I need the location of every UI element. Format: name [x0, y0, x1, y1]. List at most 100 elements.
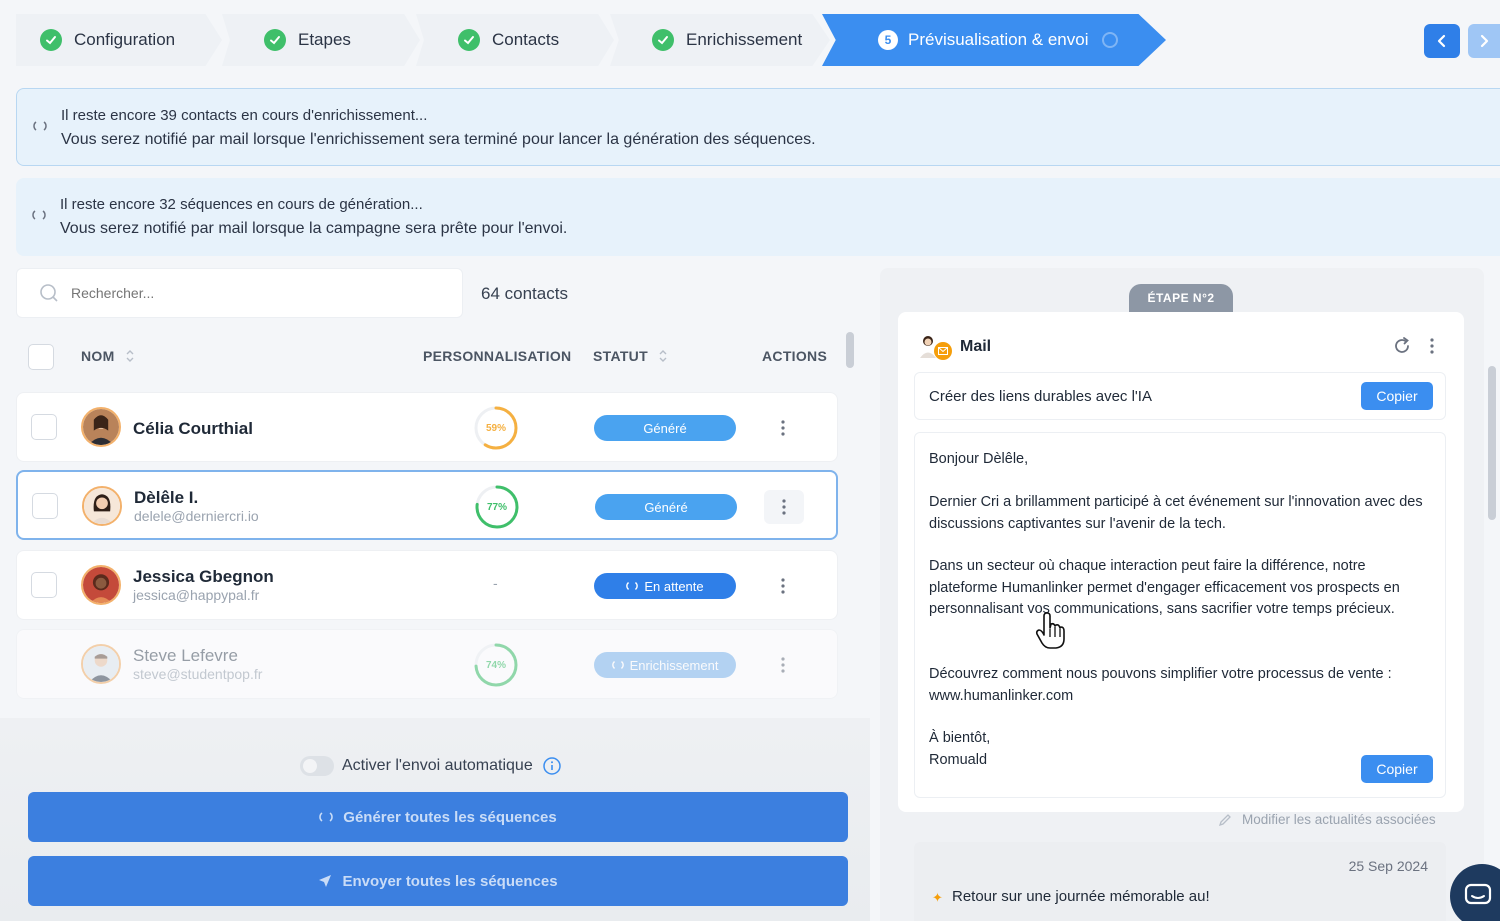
step-number: 5: [878, 30, 898, 50]
news-item[interactable]: 25 Sep 2024 ✦ Retour sur une journée mém…: [914, 842, 1446, 921]
personalization-value: 77%: [486, 501, 507, 513]
sparkle-icon: ✦: [932, 890, 943, 905]
table-row[interactable]: Jessica Gbegnon jessica@happypal.fr - En…: [16, 550, 838, 620]
step-contacts[interactable]: Contacts: [416, 14, 614, 66]
chevron-right-icon: [1480, 34, 1489, 48]
contact-name: Steve Lefevre: [133, 646, 238, 665]
status-badge: Généré: [594, 415, 736, 441]
step-label: Etapes: [298, 30, 351, 49]
pencil-icon: [1218, 813, 1231, 826]
step-previsualisation[interactable]: 5 Prévisualisation & envoi: [822, 14, 1166, 66]
mail-subject: Créer des liens durables avec l'IA Copie…: [914, 372, 1446, 420]
avatar: [82, 486, 122, 526]
chat-icon: [1464, 883, 1492, 905]
table-header: NOM PERSONNALISATION STATUT ACTIONS: [16, 330, 842, 382]
row-actions-button[interactable]: [763, 648, 803, 682]
contact-email: delele@derniercri.io: [134, 508, 259, 524]
status-label: Enrichissement: [629, 657, 719, 673]
contact-email: jessica@happypal.fr: [133, 587, 260, 603]
preview-scrollbar[interactable]: [1488, 366, 1496, 520]
step-label: Configuration: [74, 30, 176, 49]
search-box: [16, 268, 463, 318]
news-date: 25 Sep 2024: [1348, 858, 1428, 874]
step-etapes[interactable]: Etapes: [222, 14, 420, 66]
avatar: [81, 565, 121, 605]
generation-banner-text: Vous serez notifié par mail lorsque la c…: [60, 220, 568, 237]
more-vertical-icon: [781, 657, 785, 673]
news-title: Retour sur une journée mémorable au!: [952, 888, 1210, 905]
more-vertical-icon: [781, 420, 785, 436]
mail-paragraph: Découvrez comment nous pouvons simplifie…: [929, 666, 1392, 704]
step-configuration[interactable]: Configuration: [16, 14, 222, 66]
row-actions-button[interactable]: [763, 569, 803, 603]
avatar: [81, 644, 121, 684]
mail-body: Bonjour Dèlêle, Dernier Cri a brillammen…: [914, 432, 1446, 798]
refresh-icon[interactable]: [1392, 336, 1412, 356]
more-vertical-icon[interactable]: [1430, 338, 1434, 354]
generate-all-sequences-button[interactable]: Générer toutes les séquences: [28, 792, 848, 842]
personalization-value: 74%: [485, 659, 506, 671]
column-header-label: ACTIONS: [762, 348, 828, 364]
step-label: Prévisualisation & envoi: [908, 30, 1089, 49]
table-row[interactable]: Célia Courthial 59% Généré: [16, 392, 838, 462]
contact-name: Dèlêle I.: [134, 488, 199, 507]
select-all-checkbox[interactable]: [28, 344, 54, 370]
check-icon: [458, 29, 480, 51]
mail-paragraph: Dans un secteur où chaque interaction pe…: [929, 558, 1400, 617]
step-enrichissement[interactable]: Enrichissement: [610, 14, 830, 66]
table-row[interactable]: Steve Lefevre steve@studentpop.fr 74% En…: [16, 629, 838, 699]
info-icon[interactable]: [542, 757, 561, 775]
row-checkbox[interactable]: [32, 493, 58, 519]
copy-body-button[interactable]: Copier: [1361, 755, 1433, 783]
status-badge: En attente: [594, 573, 736, 599]
mail-channel-icon: [918, 334, 952, 360]
next-step-button[interactable]: [1468, 24, 1500, 58]
enrichment-banner-text: Vous serez notifié par mail lorsque l'en…: [61, 131, 816, 148]
column-header-status[interactable]: STATUT: [593, 348, 668, 364]
auto-send-toggle[interactable]: [300, 756, 334, 776]
table-scrollbar[interactable]: [846, 332, 854, 368]
generation-banner-title: Il reste encore 32 séquences en cours de…: [60, 196, 423, 213]
table-row[interactable]: Dèlêle I. delele@derniercri.io 77% Génér…: [16, 470, 838, 540]
column-header-label: NOM: [81, 348, 115, 364]
loading-icon: [319, 812, 333, 822]
copy-subject-button[interactable]: Copier: [1361, 382, 1433, 410]
generation-banner: Il reste encore 32 séquences en cours de…: [16, 178, 1500, 256]
row-actions-button[interactable]: [764, 490, 804, 524]
enrichment-banner: Il reste encore 39 contacts en cours d'e…: [16, 88, 1500, 166]
status-label: Généré: [644, 499, 688, 515]
column-header-name[interactable]: NOM: [81, 348, 135, 364]
loading-icon: [626, 582, 639, 590]
contact-name: Jessica Gbegnon: [133, 567, 274, 586]
contacts-count: 64 contacts: [481, 284, 568, 303]
column-header-label: STATUT: [593, 348, 648, 364]
step-label: Contacts: [492, 30, 560, 49]
row-actions-button[interactable]: [763, 411, 803, 445]
personalization-value: 59%: [485, 422, 506, 434]
more-vertical-icon: [781, 578, 785, 594]
auto-send-setting: Activer l'envoi automatique: [300, 756, 561, 776]
step-label: Enrichissement: [686, 30, 803, 49]
sort-icon: [126, 350, 134, 362]
check-icon: [652, 29, 674, 51]
loading-icon: [32, 210, 46, 220]
row-checkbox[interactable]: [31, 414, 57, 440]
personalization-value: -: [493, 575, 498, 591]
modify-news-link[interactable]: Modifier les actualités associées: [1218, 812, 1436, 827]
check-icon: [264, 29, 286, 51]
channel-label: Mail: [960, 338, 992, 355]
campaign-stepper: Configuration Etapes Contacts Enrichisse…: [16, 14, 1196, 66]
send-icon: [319, 875, 332, 887]
contact-email: steve@studentpop.fr: [133, 666, 263, 682]
modify-news-label: Modifier les actualités associées: [1242, 812, 1436, 827]
auto-send-label: Activer l'envoi automatique: [342, 757, 533, 774]
send-all-sequences-button[interactable]: Envoyer toutes les séquences: [28, 856, 848, 906]
previous-step-button[interactable]: [1424, 24, 1460, 58]
check-icon: [40, 29, 62, 51]
column-header-actions: ACTIONS: [762, 348, 827, 364]
stage-tab[interactable]: ÉTAPE N°2: [1129, 284, 1233, 312]
row-checkbox[interactable]: [31, 572, 57, 598]
search-input[interactable]: [71, 285, 431, 301]
mail-paragraph: Dernier Cri a brillamment participé à ce…: [929, 494, 1423, 532]
column-header-personalization: PERSONNALISATION: [423, 348, 571, 364]
